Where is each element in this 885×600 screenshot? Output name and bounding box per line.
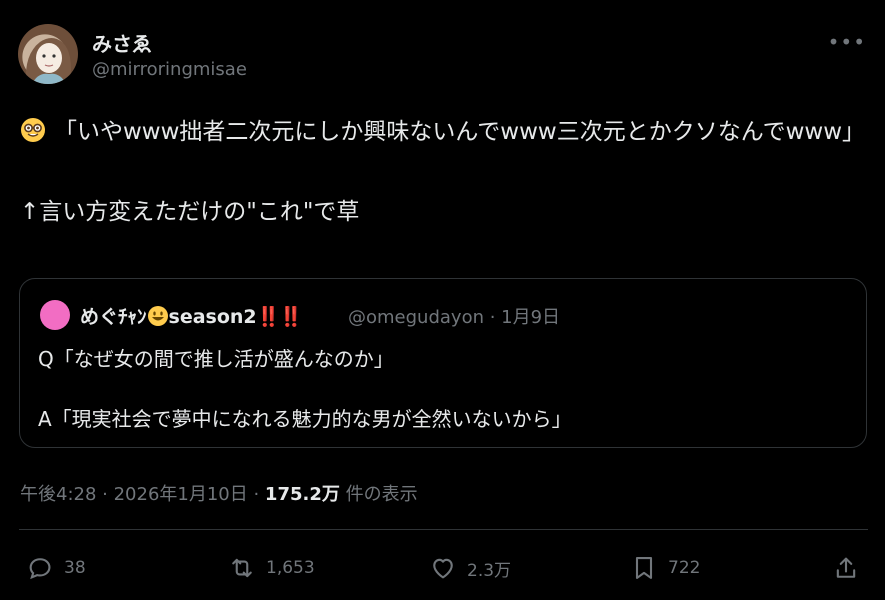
quoted-author-name[interactable]: めぐﾁｬﾝ season2‼️‼️ (80, 302, 303, 329)
author-handle[interactable]: @mirroringmisae (92, 59, 247, 80)
like-count: 2.3万 (467, 560, 512, 581)
double-exclamation-emoji: ‼️‼️ (256, 306, 303, 328)
quoted-author-meta[interactable]: @omegudayon · 1月9日 (348, 303, 560, 329)
views-count[interactable]: 175.2万 (265, 484, 340, 505)
quoted-tweet-card[interactable]: めぐﾁｬﾝ season2‼️‼️ @omegudayon · 1月9日 Q「なぜ… (19, 278, 867, 448)
bookmark-count: 722 (668, 558, 701, 578)
tweet-text: 「いやwww拙者二次元にしか興味ないんでwww三次元とかクソなんでwww」 ↑言… (20, 119, 865, 225)
retweet-count: 1,653 (266, 558, 315, 578)
timestamp-row: 午後4:28 · 2026年1月10日 · 175.2万 件の表示 (20, 480, 418, 506)
views-label: 件の表示 (339, 484, 418, 505)
reply-button[interactable]: 38 (26, 548, 86, 588)
quoted-author-avatar[interactable] (40, 300, 70, 330)
grinning-face-emoji (147, 306, 168, 326)
tweet-header: みさゑ @mirroringmisae ••• (18, 22, 868, 86)
share-icon (836, 557, 856, 578)
nerd-face-emoji (21, 118, 45, 142)
retweet-icon (232, 558, 252, 578)
like-icon (433, 558, 453, 579)
quoted-author-name-prefix: めぐﾁｬﾝ (80, 306, 147, 328)
divider (19, 529, 868, 530)
quoted-text-line-1: Q「なぜ女の間で推し活が盛んなのか」 (38, 347, 394, 371)
reply-icon (29, 558, 51, 580)
timestamp[interactable]: 午後4:28 · 2026年1月10日 · (20, 484, 265, 505)
bookmark-button[interactable]: 722 (630, 548, 700, 588)
reply-count: 38 (64, 558, 86, 578)
author-avatar[interactable] (18, 24, 78, 84)
like-button[interactable]: 2.3万 (429, 548, 511, 588)
share-button[interactable] (832, 548, 870, 588)
more-icon[interactable]: ••• (828, 30, 866, 54)
quoted-text-line-2: A「現実社会で夢中になれる魅力的な男が全然いないから」 (38, 407, 572, 431)
author-display-name[interactable]: みさゑ (92, 28, 152, 57)
retweet-button[interactable]: 1,653 (228, 548, 315, 588)
bookmark-icon (635, 557, 653, 579)
quoted-author-name-suffix: season2 (168, 306, 257, 328)
tweet-body: 「いやwww拙者二次元にしか興味ないんでwww三次元とかクソなんでwww」 ↑言… (20, 112, 865, 232)
action-bar: 38 1,653 2.3万 722 (0, 548, 885, 588)
